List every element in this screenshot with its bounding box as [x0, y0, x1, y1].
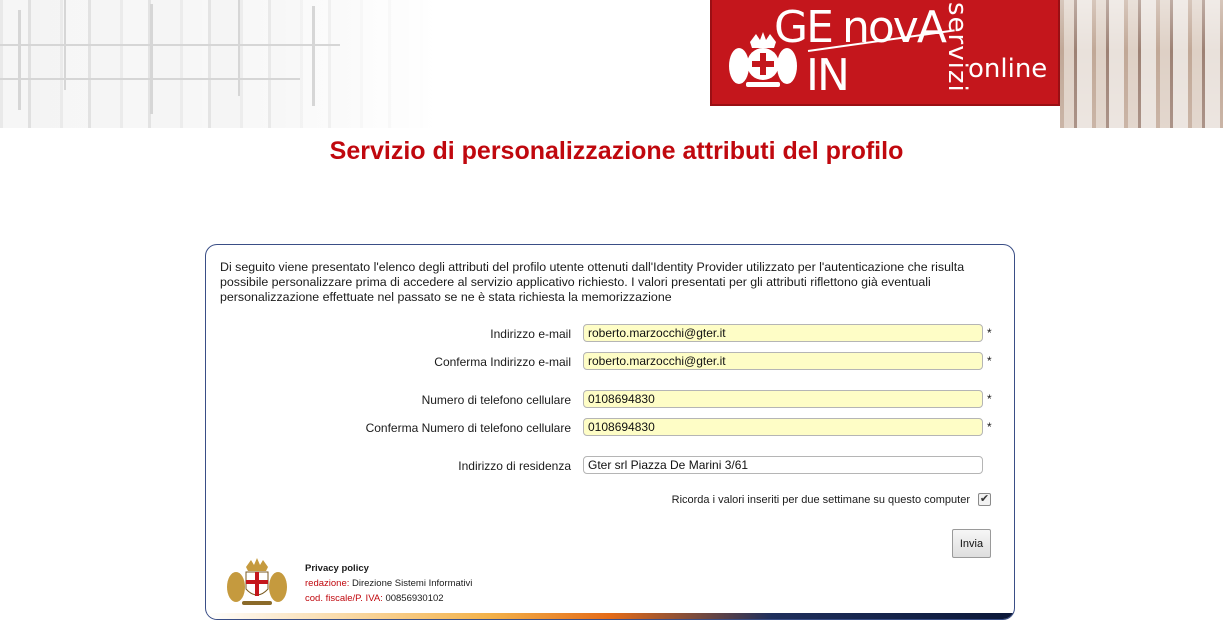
address-label: Indirizzo di residenza	[458, 459, 571, 473]
submit-button[interactable]: Invia	[952, 529, 991, 558]
footer-info: Privacy policy redazione: Direzione Sist…	[305, 561, 472, 606]
remember-label: Ricorda i valori inseriti per due settim…	[671, 494, 970, 506]
email-label: Indirizzo e-mail	[490, 327, 571, 341]
privacy-policy-link[interactable]: Privacy policy	[305, 561, 472, 576]
genova-servizi-online-logo[interactable]: GE novA IN servizi online	[710, 0, 1060, 106]
remember-row: Ricorda i valori inseriti per due settim…	[206, 492, 1014, 508]
required-mark: *	[987, 354, 992, 368]
logo-text-servizi: servizi	[942, 2, 972, 93]
footer-cf: cod. fiscale/P. IVA: 00856930102	[305, 593, 444, 604]
required-mark: *	[987, 420, 992, 434]
genova-crest-icon	[227, 558, 287, 605]
remember-checkbox[interactable]: ✔	[978, 493, 991, 506]
address-input[interactable]	[583, 456, 983, 474]
row-email: Indirizzo e-mail *	[206, 324, 1014, 344]
header-banner: GE novA IN servizi online	[0, 0, 1223, 130]
email-input[interactable]	[583, 324, 983, 342]
phone-confirm-label: Conferma Numero di telefono cellulare	[365, 421, 571, 435]
email-confirm-input[interactable]	[583, 352, 983, 370]
logo-text-online: online	[968, 54, 1048, 84]
profile-attributes-panel: Di seguito viene presentato l'elenco deg…	[205, 244, 1015, 620]
phone-confirm-input[interactable]	[583, 418, 983, 436]
phone-input[interactable]	[583, 390, 983, 408]
phone-label: Numero di telefono cellulare	[421, 393, 571, 407]
page-title: Servizio di personalizzazione attributi …	[329, 137, 904, 165]
required-mark: *	[987, 326, 992, 340]
logo-text-in: IN	[806, 50, 850, 101]
banner-harbor-photo-left	[0, 0, 440, 128]
panel-bottom-bar	[206, 613, 1014, 619]
footer-redazione: redazione: Direzione Sistemi Informativi	[305, 578, 473, 589]
row-address: Indirizzo di residenza	[206, 456, 1014, 476]
logo-text-ge: GE	[774, 2, 834, 53]
intro-text: Di seguito viene presentato l'elenco deg…	[220, 260, 965, 304]
row-phone-confirm: Conferma Numero di telefono cellulare *	[206, 418, 1014, 438]
row-email-confirm: Conferma Indirizzo e-mail *	[206, 352, 1014, 372]
email-confirm-label: Conferma Indirizzo e-mail	[434, 355, 571, 369]
required-mark: *	[987, 392, 992, 406]
row-phone: Numero di telefono cellulare *	[206, 390, 1014, 410]
